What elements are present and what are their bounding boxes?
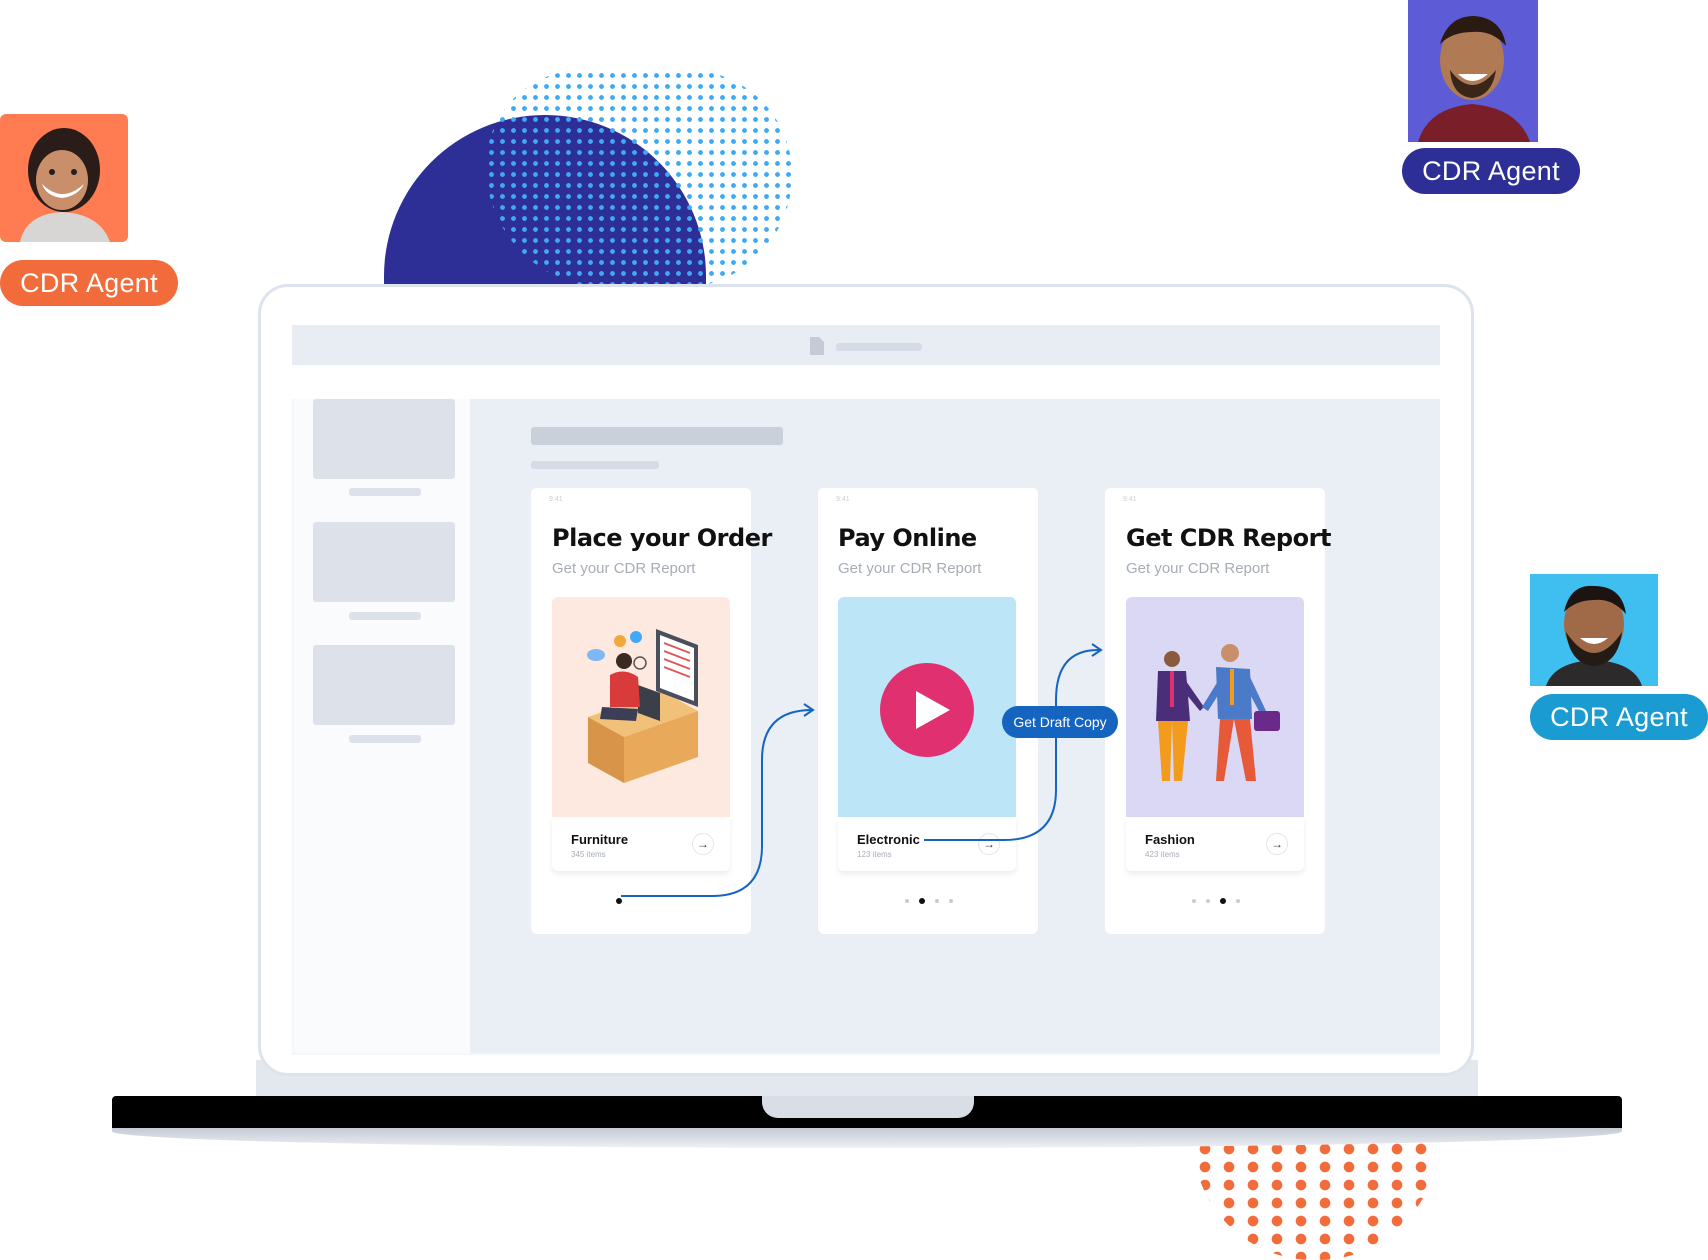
laptop-notch [762,1096,974,1118]
flow-line-pay-to-report [924,649,1100,841]
flow-line-order-to-pay [621,709,813,897]
flow-connectors [621,643,1103,897]
get-draft-copy-button[interactable]: Get Draft Copy [1002,706,1118,738]
